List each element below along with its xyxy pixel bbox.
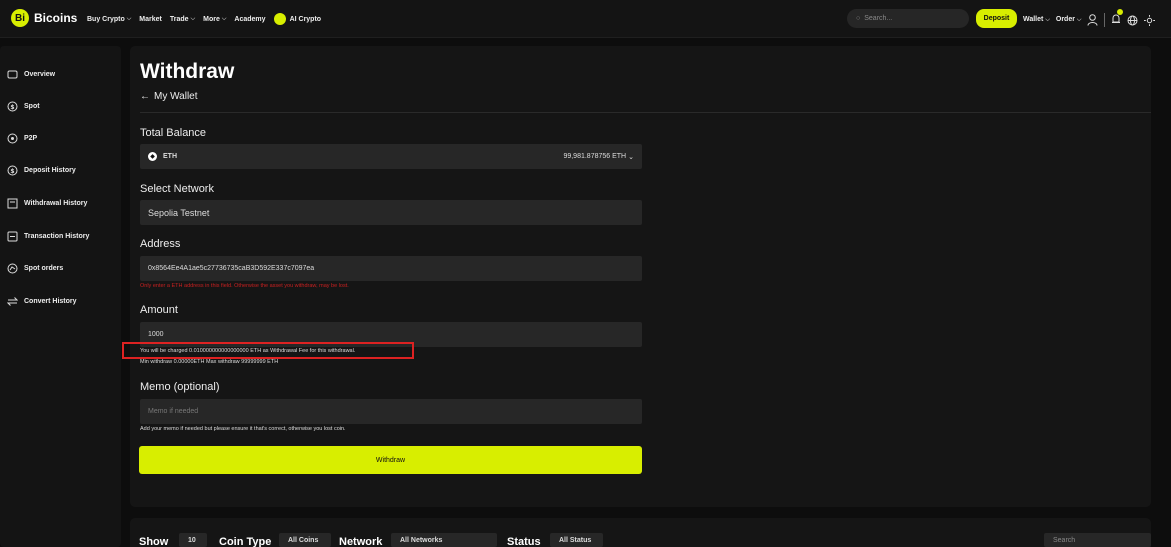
search-placeholder: Search... xyxy=(864,15,893,22)
user-icon[interactable] xyxy=(1087,14,1098,26)
sidebar-item-label: Transaction History xyxy=(24,233,90,240)
network-filter-select[interactable]: All Networks xyxy=(391,533,497,547)
orders-icon xyxy=(7,263,18,274)
sidebar-item-convert-history[interactable]: Convert History xyxy=(7,296,77,307)
sidebar-item-spot[interactable]: $ Spot xyxy=(7,101,40,112)
brand-name: Bicoins xyxy=(34,11,78,25)
sidebar-item-label: Overview xyxy=(24,71,56,78)
svg-text:$: $ xyxy=(10,104,14,111)
network-filter-label: Network xyxy=(339,536,383,547)
wallet-label: Wallet xyxy=(1023,16,1044,23)
status-label: Status xyxy=(507,536,541,547)
coin-select[interactable]: ◆ ETH 99,981.878756 ETH ⌄ xyxy=(140,144,642,169)
total-balance-label: Total Balance xyxy=(140,127,207,139)
sidebar: Overview $ Spot P2P $ Deposit History Wi… xyxy=(0,46,121,547)
top-right-menu: Wallet ⌵ Order ⌵ xyxy=(1023,9,1156,27)
nav-label: Market xyxy=(139,15,162,23)
coin-icon: $ xyxy=(7,101,18,112)
convert-icon xyxy=(7,296,18,307)
memo-note: Add your memo if needed but please ensur… xyxy=(140,426,346,432)
show-count-select[interactable]: 10 xyxy=(179,533,207,547)
deposit-button[interactable]: Deposit xyxy=(976,9,1017,28)
nav-more[interactable]: More ⌵ xyxy=(203,13,226,25)
nav-ai-crypto[interactable]: AI Crypto xyxy=(273,13,322,25)
chevron-down-icon: ⌄ xyxy=(628,153,634,161)
order-label: Order xyxy=(1055,16,1075,23)
network-label: Select Network xyxy=(140,183,214,195)
address-warning: Only enter a ETH address in this field. … xyxy=(140,283,349,289)
amount-label: Amount xyxy=(140,304,178,316)
wallet-menu[interactable]: Wallet ⌵ xyxy=(1023,16,1050,24)
global-search-input[interactable]: ○ Search... xyxy=(847,9,969,28)
withdraw-icon xyxy=(7,198,18,209)
svg-text:$: $ xyxy=(10,168,14,175)
nav-buy-crypto[interactable]: Buy Crypto ⌵ xyxy=(87,13,131,25)
memo-label: Memo (optional) xyxy=(140,381,220,393)
ethereum-icon: ◆ xyxy=(148,152,157,161)
sidebar-item-label: Withdrawal History xyxy=(24,200,88,207)
back-to-wallet-link[interactable]: ← My Wallet xyxy=(140,91,198,102)
nav-label: Trade xyxy=(169,15,189,23)
address-label: Address xyxy=(140,238,181,250)
p2p-icon xyxy=(7,133,18,144)
nav-market[interactable]: Market xyxy=(139,13,162,25)
sidebar-item-label: Spot orders xyxy=(24,265,64,272)
sidebar-item-withdrawal-history[interactable]: Withdrawal History xyxy=(7,198,87,209)
history-search-input[interactable]: Search xyxy=(1044,533,1151,547)
nav-label: Academy xyxy=(234,15,266,23)
sidebar-item-transaction-history[interactable]: Transaction History xyxy=(7,231,89,242)
memo-input[interactable]: Memo if needed xyxy=(140,399,642,424)
arrow-left-icon: ← xyxy=(140,91,150,102)
theme-toggle-sun-icon[interactable] xyxy=(1144,14,1156,26)
sidebar-item-label: P2P xyxy=(24,135,38,142)
sidebar-item-label: Deposit History xyxy=(24,167,76,174)
main-nav: Buy Crypto ⌵ Market Trade ⌵ More ⌵ Academy … xyxy=(87,13,321,25)
back-label: My Wallet xyxy=(154,91,198,102)
page-title: Withdraw xyxy=(140,60,235,83)
divider xyxy=(140,112,1151,113)
divider xyxy=(1104,13,1106,27)
sidebar-item-label: Convert History xyxy=(24,298,77,305)
ai-robot-icon xyxy=(273,13,286,25)
balance-value: 99,981.878756 ETH xyxy=(563,153,627,160)
nav-label: AI Crypto xyxy=(289,15,322,23)
deposit-icon: $ xyxy=(7,165,18,176)
coin-type-label: Coin Type xyxy=(219,536,272,547)
sidebar-item-overview[interactable]: Overview xyxy=(7,69,55,80)
status-select[interactable]: All Status xyxy=(550,533,603,547)
chevron-down-icon: ⌵ xyxy=(1045,17,1050,23)
withdrawal-fee-note: You will be charged 0.010000000000000000… xyxy=(140,348,356,354)
chevron-down-icon: ⌵ xyxy=(126,15,132,22)
withdraw-button[interactable]: Withdraw xyxy=(139,446,642,474)
nav-label: More xyxy=(203,15,220,23)
nav-trade[interactable]: Trade ⌵ xyxy=(170,13,195,25)
address-input[interactable]: 0x8564Ee4A1ae5c27736735caB3D592E337c7097… xyxy=(140,256,642,281)
order-menu[interactable]: Order ⌵ xyxy=(1056,16,1082,24)
sidebar-item-spot-orders[interactable]: Spot orders xyxy=(7,263,63,274)
withdraw-limits-note: Min withdraw 0.00000ETH Max withdraw 999… xyxy=(140,359,279,365)
transaction-icon xyxy=(7,231,18,242)
coin-type-select[interactable]: All Coins xyxy=(279,533,331,547)
logo-mark: Bi xyxy=(11,9,29,27)
sidebar-item-p2p[interactable]: P2P xyxy=(7,133,37,144)
show-label: Show xyxy=(139,536,169,547)
coin-symbol: ETH xyxy=(163,153,177,160)
globe-icon[interactable] xyxy=(1127,15,1138,26)
search-icon: ○ xyxy=(856,15,861,22)
notification-bell-icon[interactable] xyxy=(1111,9,1124,27)
chevron-down-icon: ⌵ xyxy=(190,15,196,22)
sidebar-item-deposit-history[interactable]: $ Deposit History xyxy=(7,165,76,176)
network-select[interactable]: Sepolia Testnet xyxy=(140,200,642,225)
chevron-down-icon: ⌵ xyxy=(1076,17,1082,23)
nav-academy[interactable]: Academy xyxy=(234,13,265,25)
chevron-down-icon: ⌵ xyxy=(221,15,227,22)
brand-logo[interactable]: Bi Bicoins xyxy=(11,9,77,27)
nav-label: Buy Crypto xyxy=(87,15,125,23)
top-navbar: Bi Bicoins Buy Crypto ⌵ Market Trade ⌵ Mor… xyxy=(0,0,1171,38)
sidebar-item-label: Spot xyxy=(24,103,40,110)
wallet-icon xyxy=(7,69,18,80)
